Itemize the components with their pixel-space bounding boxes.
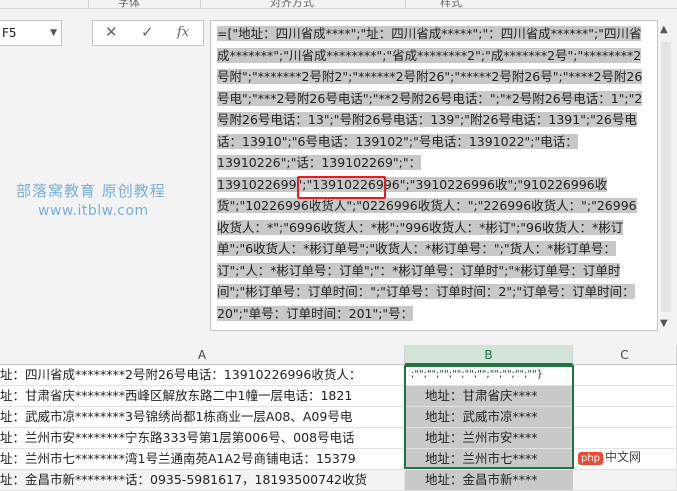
cell-c[interactable]: [573, 365, 677, 385]
ribbon-group-styles: 样式: [440, 0, 462, 9]
logo-badge: php: [578, 452, 604, 465]
table-row: 址：武威市凉********3号锦绣尚都1栋商业一层A08、A09号电 地址：武…: [0, 407, 677, 428]
cell-c[interactable]: [573, 470, 677, 490]
logo-text: 中文网: [605, 450, 642, 464]
cell-b[interactable]: 地址：甘肃省庆****: [405, 386, 573, 406]
cell-a[interactable]: 址：武威市凉********3号锦绣尚都1栋商业一层A08、A09号电: [0, 407, 405, 427]
ribbon-divider: [405, 0, 406, 8]
formula-selected-text: =["地址：四川省成****";"址：四川省成*****";"：四川省成****…: [217, 26, 643, 321]
formula-scrollbar[interactable]: [661, 42, 671, 312]
cancel-icon[interactable]: ✕: [105, 23, 118, 41]
ribbon-group-font: 字体: [118, 0, 140, 9]
cell-a[interactable]: 址：金昌市新********话：0935-5981617，18193500742…: [0, 470, 405, 490]
cell-a[interactable]: 址：兰州市安********宁东路333号第1层第006号、008号电话: [0, 428, 405, 448]
cell-a[interactable]: 址：甘肃省庆********西峰区解放东路二中1幢一层电话：1821: [0, 386, 405, 406]
cell-a[interactable]: 址：四川省成********2号附26号电话：13910226996收货人：: [0, 365, 405, 385]
ribbon-divider: [200, 0, 201, 8]
ribbon-group-alignment: 对齐方式: [270, 0, 314, 9]
watermark-url: www.itblw.com: [38, 203, 149, 219]
table-row: 址：兰州市七********湾1号兰通南苑A1A2号商铺电话：15379 地址：…: [0, 449, 677, 470]
enter-check-icon[interactable]: ✓: [141, 23, 154, 41]
chevron-down-icon[interactable]: ▼: [50, 21, 57, 45]
table-row: 址：兰州市安********宁东路333号第1层第006号、008号电话 地址：…: [0, 428, 677, 449]
name-box-value: F5: [2, 26, 17, 40]
cell-a[interactable]: 址：兰州市七********湾1号兰通南苑A1A2号商铺电话：15379: [0, 449, 405, 469]
site-logo: php 中文网: [578, 448, 641, 465]
cell-b[interactable]: 地址：金昌市新****: [405, 470, 573, 490]
table-row: 址：甘肃省庆********西峰区解放东路二中1幢一层电话：1821 地址：甘肃…: [0, 386, 677, 407]
insert-function-icon[interactable]: fx: [177, 25, 189, 40]
table-row: 址：四川省成********2号附26号电话：13910226996收货人： ;…: [0, 365, 677, 386]
ribbon-divider: [88, 0, 89, 8]
worksheet-grid: A B C 址：四川省成********2号附26号电话：13910226996…: [0, 345, 677, 491]
cell-c[interactable]: [573, 428, 677, 448]
formula-bar[interactable]: =["地址：四川省成****";"址：四川省成*****";"：四川省成****…: [210, 20, 658, 331]
cell-b[interactable]: ;"";"";"";"";"";"";"";"";"";""}: [405, 365, 573, 385]
cell-b[interactable]: 地址：兰州市七****: [405, 449, 573, 469]
column-header-b[interactable]: B: [405, 345, 573, 365]
column-header-c[interactable]: C: [573, 345, 677, 365]
formula-text: =["地址：四川省成****";"址：四川省成*****";"：四川省成****…: [217, 23, 649, 324]
ribbon-bottom-edge: 字体 对齐方式 样式: [0, 0, 677, 9]
cell-c[interactable]: [573, 407, 677, 427]
scroll-up-icon[interactable]: ▲: [660, 24, 668, 35]
cell-b[interactable]: 地址：武威市凉****: [405, 407, 573, 427]
formula-buttons: ✕ ✓ fx: [92, 20, 204, 46]
cell-b[interactable]: 地址：兰州市安****: [405, 428, 573, 448]
highlight-box: [297, 176, 386, 199]
name-box[interactable]: F5 ▼: [0, 20, 62, 46]
column-header-a[interactable]: A: [0, 345, 405, 365]
cell-c[interactable]: [573, 386, 677, 406]
scroll-down-icon[interactable]: ▼: [660, 318, 668, 329]
watermark-title: 部落窝教育 原创教程: [16, 182, 166, 200]
table-row: 址：金昌市新********话：0935-5981617，18193500742…: [0, 470, 677, 491]
